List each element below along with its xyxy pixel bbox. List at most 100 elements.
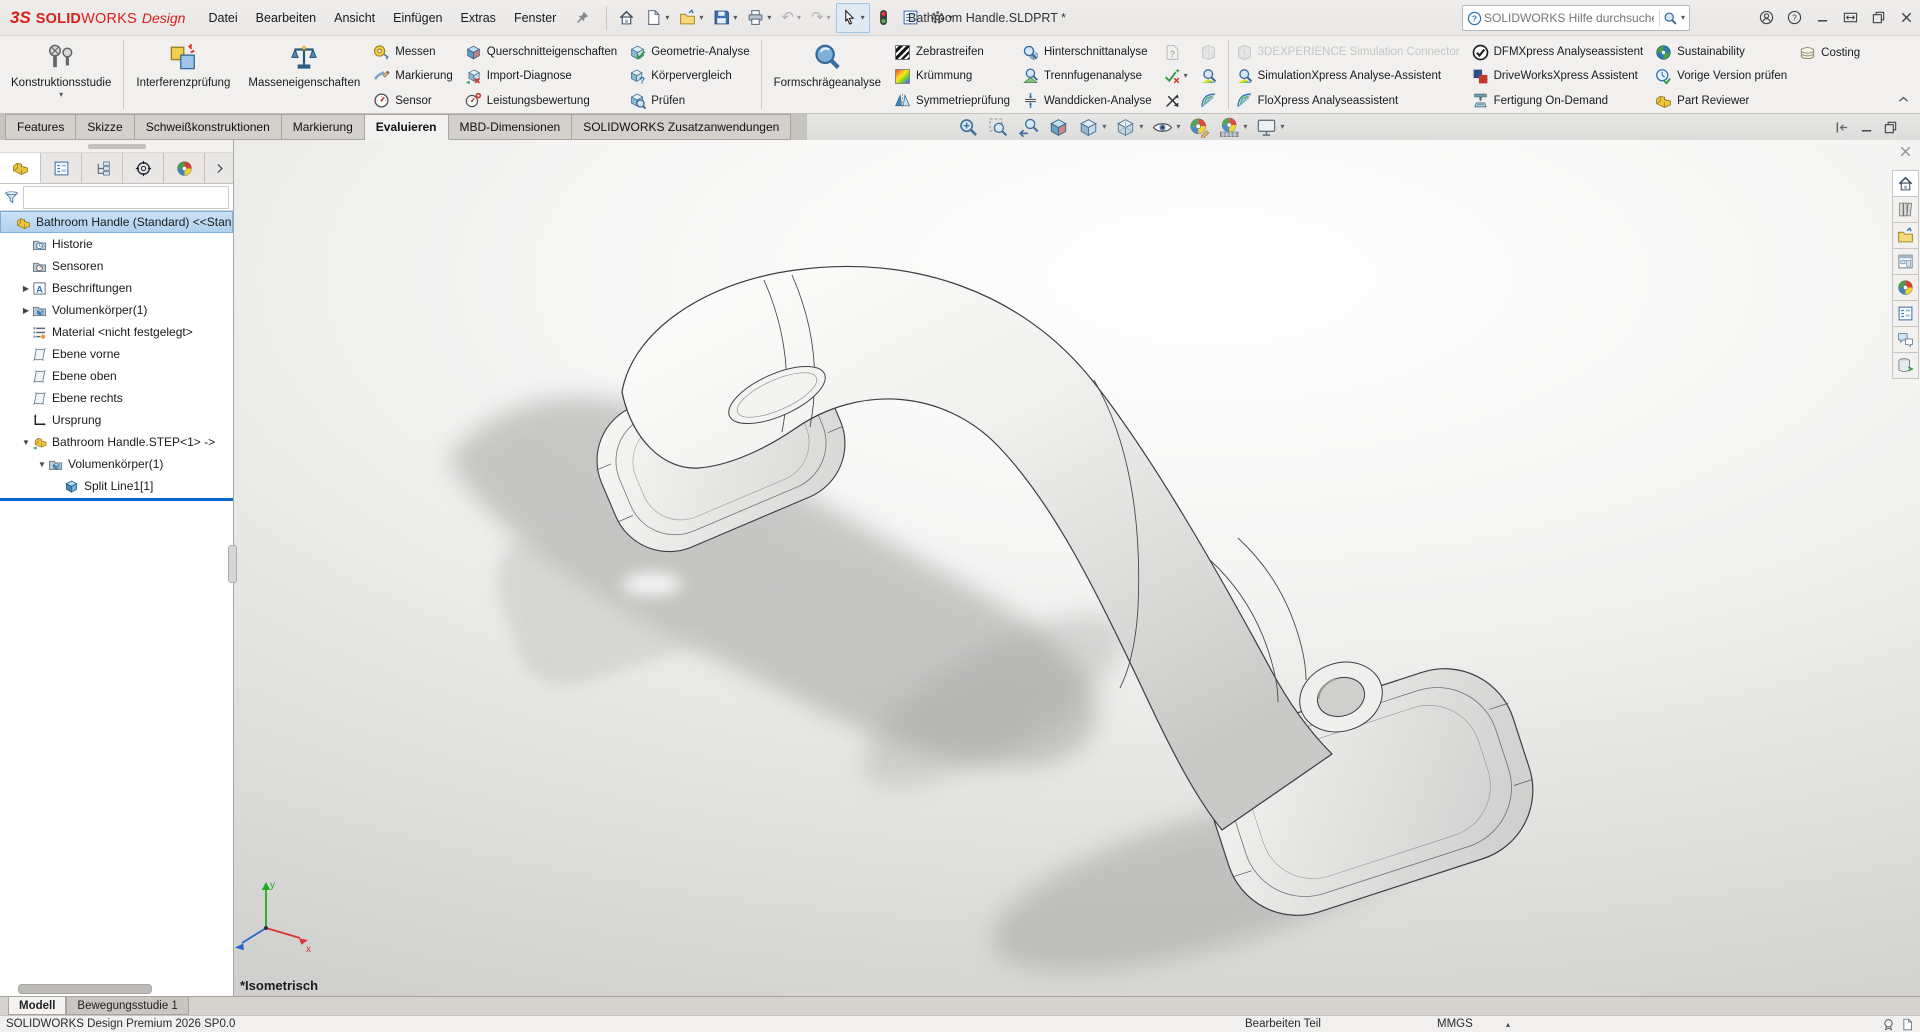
- dropdown-icon[interactable]: ▾: [59, 91, 63, 99]
- ribbon-vorige-version-pr-fen[interactable]: Vorige Version prüfen: [1651, 64, 1795, 88]
- dropdown-icon[interactable]: ▾: [1139, 123, 1143, 131]
- model-3d-view[interactable]: y x z: [234, 140, 1920, 996]
- panel-top-splitter[interactable]: [0, 140, 233, 153]
- section-view-button[interactable]: [1047, 116, 1070, 139]
- tree-item-ebene-vorne[interactable]: Ebene vorne: [0, 343, 233, 365]
- tree-expander[interactable]: ▶: [20, 306, 32, 315]
- horizontal-scrollbar-thumb[interactable]: [18, 984, 152, 994]
- edit-appearance-button[interactable]: [1188, 116, 1211, 139]
- tree-item-beschriftungen[interactable]: ▶Beschriftungen: [0, 277, 233, 299]
- ribbon-costing[interactable]: Costing: [1795, 40, 1868, 65]
- tree-item-bathroom-handle-step-1[interactable]: ▼Bathroom Handle.STEP<1> ->: [0, 431, 233, 453]
- tree-item-ursprung[interactable]: Ursprung: [0, 409, 233, 431]
- tree-item-sensoren[interactable]: Sensoren: [0, 255, 233, 277]
- minimize-button[interactable]: [1815, 10, 1830, 25]
- ribbon-konstruktionsstudie[interactable]: Konstruktionsstudie▾: [2, 36, 120, 113]
- tab-mbd-dimensionen[interactable]: MBD-Dimensionen: [449, 114, 573, 140]
- task-pane-design-library[interactable]: [1892, 197, 1919, 223]
- tab-solidworks-zusatzanwendungen[interactable]: SOLIDWORKS Zusatzanwendungen: [572, 114, 791, 140]
- dropdown-icon[interactable]: ▾: [1243, 123, 1247, 131]
- ribbon-dfmxpress-analyseassistent[interactable]: DFMXpress Analyseassistent: [1468, 40, 1652, 64]
- panel-tab-configurationmanager[interactable]: [82, 153, 123, 183]
- save-button[interactable]: ▾: [708, 3, 742, 33]
- search-icon[interactable]: [1663, 11, 1678, 26]
- ribbon-formschr-geanalyse[interactable]: Formschrägeanalyse: [765, 36, 890, 113]
- tree-item-ebene-rechts[interactable]: Ebene rechts: [0, 387, 233, 409]
- dropdown-icon[interactable]: ▾: [699, 14, 703, 22]
- restore-button[interactable]: [1871, 10, 1886, 25]
- ribbon-geometrie-analyse[interactable]: Geometrie-Analyse: [625, 40, 757, 64]
- tree-item-ebene-oben[interactable]: Ebene oben: [0, 365, 233, 387]
- ribbon-k-rpervergleich[interactable]: Körpervergleich: [625, 64, 757, 88]
- zoom-to-fit-button[interactable]: [957, 116, 980, 139]
- note-icon[interactable]: [1901, 1018, 1914, 1031]
- ribbon-hinterschnittanalyse[interactable]: Hinterschnittanalyse: [1018, 40, 1160, 64]
- menu-ansicht[interactable]: Ansicht: [325, 0, 384, 35]
- tab-features[interactable]: Features: [5, 114, 76, 140]
- tab-skizze[interactable]: Skizze: [76, 114, 134, 140]
- search-dropdown-icon[interactable]: ▾: [1681, 14, 1685, 22]
- dropdown-icon[interactable]: ▾: [1280, 123, 1284, 131]
- pin-menu-button[interactable]: [565, 10, 600, 25]
- view-orientation-button[interactable]: ▾: [1077, 116, 1107, 139]
- span-displays-button[interactable]: [1843, 10, 1858, 25]
- ribbon-pr-fen[interactable]: Prüfen: [625, 89, 757, 113]
- ribbon-trennfugenanalyse[interactable]: Trennfugenanalyse: [1018, 64, 1160, 88]
- undock-pane-button[interactable]: [1835, 120, 1850, 135]
- ribbon-sustainability[interactable]: Sustainability: [1651, 40, 1795, 64]
- ribbon-deviation-analysis[interactable]: [1160, 89, 1196, 113]
- ribbon-sensor[interactable]: Sensor: [369, 89, 461, 113]
- task-pane-home[interactable]: [1892, 170, 1919, 197]
- panel-tab-featuremanager[interactable]: [0, 153, 41, 183]
- tree-item-volumenk-rper-1[interactable]: ▼Volumenkörper(1): [0, 453, 233, 475]
- tree-item-historie[interactable]: Historie: [0, 233, 233, 255]
- panel-tab-dimxpertmanager[interactable]: [123, 153, 164, 183]
- tree-item-split-line1-1[interactable]: Split Line1[1]: [0, 475, 233, 497]
- dropdown-icon[interactable]: ▾: [1184, 72, 1188, 80]
- panel-tab-overflow[interactable]: [205, 153, 233, 183]
- previous-view-button[interactable]: [1017, 116, 1040, 139]
- dropdown-icon[interactable]: ▾: [797, 14, 801, 22]
- account-button[interactable]: [1759, 10, 1774, 25]
- dropdown-icon[interactable]: ▾: [827, 14, 831, 22]
- close-button[interactable]: [1899, 10, 1914, 25]
- dropdown-icon[interactable]: ▾: [1102, 123, 1106, 131]
- task-pane-file-explorer[interactable]: [1892, 223, 1919, 249]
- tree-item-material-nicht-festgelegt[interactable]: Material <nicht festgelegt>: [0, 321, 233, 343]
- tree-item-volumenk-rper-1[interactable]: ▶Volumenkörper(1): [0, 299, 233, 321]
- units-label[interactable]: MMGS: [1437, 1018, 1473, 1030]
- badge-icon[interactable]: [1882, 1018, 1895, 1031]
- help-search-box[interactable]: ▾: [1462, 5, 1690, 31]
- task-pane-custom-properties[interactable]: [1892, 301, 1919, 327]
- panel-splitter-handle[interactable]: [228, 545, 237, 583]
- dropdown-icon[interactable]: ▾: [733, 14, 737, 22]
- ribbon-leistungsbewertung[interactable]: Leistungsbewertung: [461, 89, 625, 113]
- ribbon-collapse-button[interactable]: [1897, 93, 1910, 109]
- home-button[interactable]: [613, 3, 640, 33]
- help-search-input[interactable]: [1482, 10, 1656, 26]
- zoom-to-area-button[interactable]: [987, 116, 1010, 139]
- print-button[interactable]: ▾: [742, 3, 776, 33]
- ribbon-interferenzpr-fung[interactable]: Interferenzprüfung: [127, 36, 239, 113]
- open-button[interactable]: ▾: [674, 3, 708, 33]
- ribbon-mesh-preview[interactable]: [1196, 89, 1225, 113]
- menu-datei[interactable]: Datei: [199, 0, 246, 35]
- task-pane-appearances-scenes[interactable]: [1892, 275, 1919, 301]
- ribbon-messen[interactable]: Messen: [369, 40, 461, 64]
- task-pane-close-button[interactable]: [1898, 144, 1913, 162]
- ribbon-querschnitteigenschaften[interactable]: Querschnitteigenschaften: [461, 40, 625, 64]
- ribbon-floxpress-analyseassistent[interactable]: FloXpress Analyseassistent: [1232, 89, 1468, 113]
- bottom-tab-modell[interactable]: Modell: [8, 997, 66, 1015]
- hide-show-items-button[interactable]: ▾: [1151, 116, 1181, 139]
- bottom-tab-bewegungsstudie-1[interactable]: Bewegungsstudie 1: [66, 997, 188, 1015]
- view-settings-button[interactable]: ▾: [1255, 116, 1285, 139]
- tree-expander[interactable]: ▼: [36, 460, 48, 469]
- dropdown-icon[interactable]: ▾: [1176, 123, 1180, 131]
- tree-item-bathroom-handle-standard-stand[interactable]: Bathroom Handle (Standard) <<Stand: [0, 211, 233, 233]
- tab-schwei-konstruktionen[interactable]: Schweißkonstruktionen: [135, 114, 282, 140]
- tree-expander[interactable]: ▶: [20, 284, 32, 293]
- units-dropdown-icon[interactable]: ▴: [1506, 1020, 1510, 1029]
- ribbon-kr-mmung[interactable]: Krümmung: [890, 64, 1018, 88]
- ribbon-part-reviewer[interactable]: Part Reviewer: [1651, 89, 1795, 113]
- rebuild-button[interactable]: [870, 3, 897, 33]
